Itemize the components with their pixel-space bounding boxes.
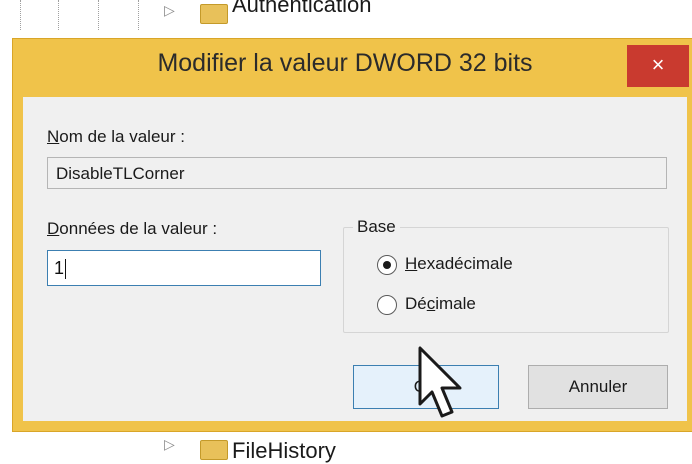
edit-dword-dialog: Modifier la valeur DWORD 32 bits × Nom d…	[12, 38, 692, 432]
hexadecimal-radio[interactable]	[377, 255, 397, 275]
dialog-body: Nom de la valeur : DisableTLCorner Donné…	[23, 97, 687, 421]
tree-node-filehistory[interactable]: FileHistory	[232, 438, 336, 464]
value-data-input[interactable]: 1	[47, 250, 321, 286]
base-group-label: Base	[353, 217, 400, 237]
expand-arrow-icon[interactable]: ▷	[164, 436, 175, 453]
tree-guide-line	[20, 0, 21, 30]
tree-node-authentication[interactable]: Authentication	[232, 0, 371, 18]
expand-arrow-icon[interactable]: ▷	[164, 2, 175, 19]
tree-guide-line	[138, 0, 139, 30]
close-icon: ×	[651, 52, 665, 77]
folder-icon	[200, 4, 228, 24]
decimal-radio[interactable]	[377, 295, 397, 315]
value-name-label: Nom de la valeur :	[47, 127, 185, 146]
dialog-title: Modifier la valeur DWORD 32 bits	[157, 49, 533, 77]
tree-guide-line	[98, 0, 99, 30]
folder-icon	[200, 440, 228, 460]
mouse-pointer-icon	[418, 346, 462, 418]
base-groupbox	[343, 227, 669, 333]
value-data-text: 1	[54, 258, 65, 278]
close-button[interactable]: ×	[627, 45, 689, 87]
tree-guide-line	[58, 0, 59, 30]
registry-tree-top: ▷ Authentication	[0, 0, 692, 30]
value-data-label: Données de la valeur :	[47, 219, 218, 238]
hexadecimal-label[interactable]: Hexadécimale	[405, 254, 513, 274]
decimal-label[interactable]: Décimale	[405, 294, 476, 314]
title-bar[interactable]: Modifier la valeur DWORD 32 bits ×	[13, 39, 692, 101]
text-caret	[65, 259, 67, 280]
value-name-field[interactable]: DisableTLCorner	[47, 157, 667, 189]
cancel-button[interactable]: Annuler	[528, 365, 668, 409]
registry-tree-bottom: ▷ FileHistory	[0, 428, 692, 463]
